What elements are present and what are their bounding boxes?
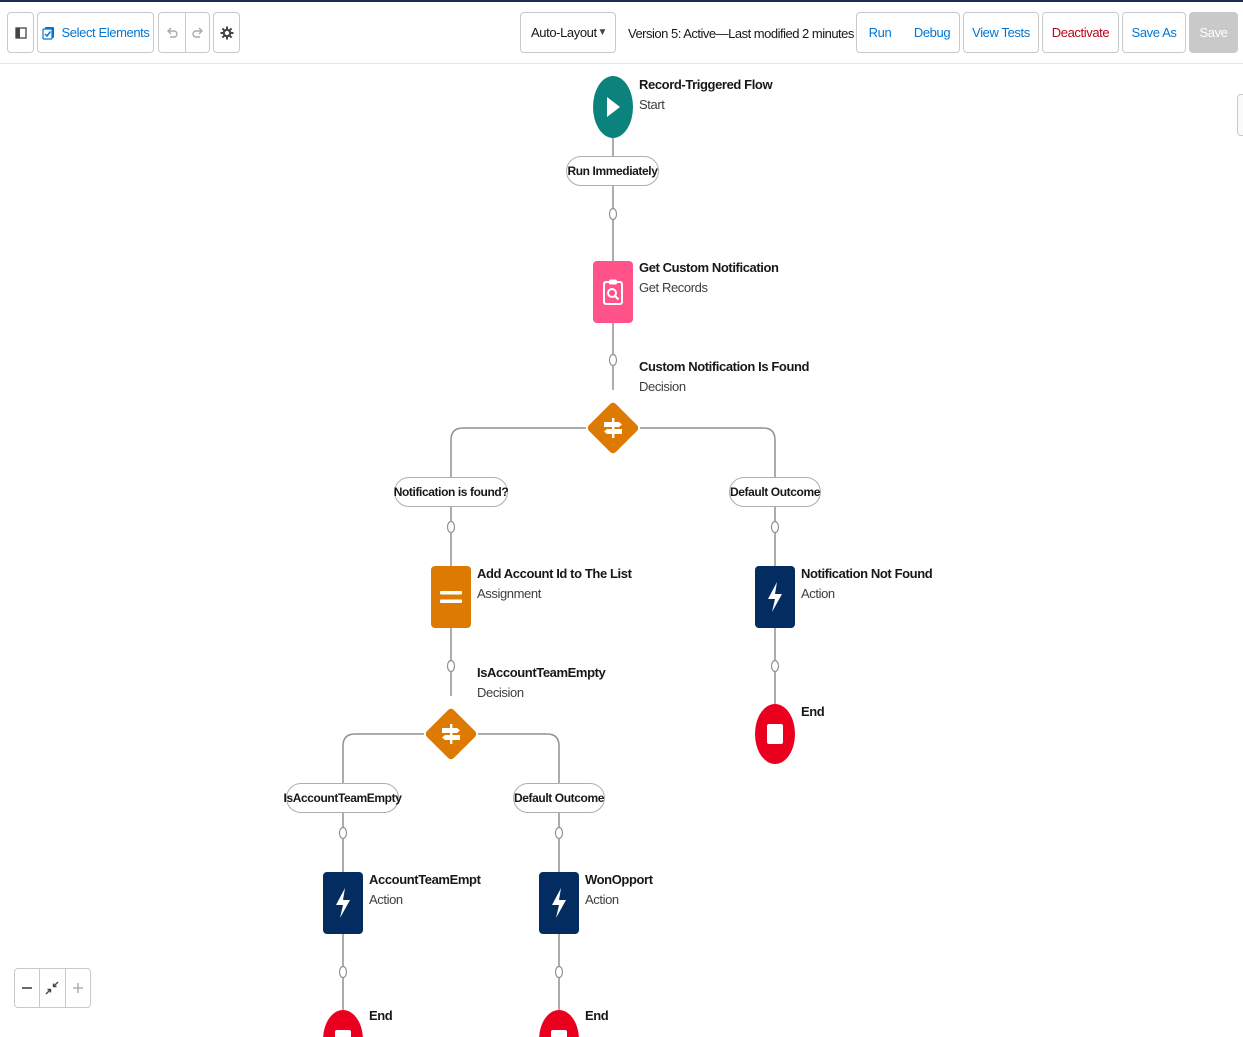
debug-button[interactable]: Debug	[903, 13, 961, 52]
stop-icon	[551, 1030, 567, 1037]
redo-icon	[192, 27, 203, 38]
decision1-subtitle: Decision	[639, 379, 686, 394]
run-label: Run	[868, 25, 892, 40]
select-elements-button[interactable]: Select Elements	[37, 12, 154, 53]
chevron-down-icon: ▼	[597, 27, 608, 38]
decision2-subtitle: Decision	[477, 685, 524, 700]
equals-icon	[440, 591, 462, 603]
get-records-node[interactable]	[593, 261, 633, 323]
end-left-label: End	[369, 1006, 393, 1026]
run-immediately-path[interactable]: Run Immediately	[566, 156, 659, 186]
outcome-account-team-empty[interactable]: IsAccountTeamEmpty	[284, 783, 402, 813]
start-node-label: Record-Triggered Flow Start	[639, 75, 773, 115]
assignment-node-label: Add Account Id to The List Assignment	[477, 564, 632, 604]
redo-button[interactable]	[185, 13, 211, 52]
action-not-found-subtitle: Action	[801, 586, 835, 601]
decision1-label: Custom Notification Is Found Decision	[639, 357, 809, 397]
zoom-in-button[interactable]	[64, 969, 90, 1007]
get-records-node-label: Get Custom Notification Get Records	[639, 258, 779, 298]
save-as-button[interactable]: Save As	[1122, 12, 1186, 53]
select-elements-label: Select Elements	[61, 25, 150, 40]
zoom-controls	[14, 968, 91, 1008]
view-tests-button[interactable]: View Tests	[963, 12, 1039, 53]
stop-icon	[335, 1030, 351, 1037]
action-not-found-title: Notification Not Found	[801, 566, 933, 581]
settings-button[interactable]	[213, 12, 240, 53]
undo-redo-group	[158, 12, 210, 53]
lightning-bolt-icon	[768, 582, 782, 612]
save-button[interactable]: Save	[1189, 12, 1238, 53]
end-node-right[interactable]	[755, 704, 795, 764]
view-tests-label: View Tests	[972, 25, 1030, 40]
clipboard-search-icon	[603, 279, 623, 305]
action-not-found-label: Notification Not Found Action	[801, 564, 933, 604]
fit-view-button[interactable]	[39, 969, 64, 1007]
decision2-label: IsAccountTeamEmpty Decision	[477, 663, 606, 703]
run-button[interactable]: Run	[857, 13, 903, 52]
select-elements-icon	[41, 26, 54, 40]
outcome-notification-found[interactable]: Notification is found?	[394, 477, 509, 507]
end-right-label: End	[801, 702, 825, 722]
action-node-account-team-empty[interactable]	[323, 872, 363, 934]
lightning-bolt-icon	[552, 888, 566, 918]
outcome-default-1[interactable]: Default Outcome	[729, 477, 821, 507]
assignment-title: Add Account Id to The List	[477, 566, 632, 581]
action-team-empty-title: AccountTeamEmpt	[369, 872, 481, 887]
assignment-subtitle: Assignment	[477, 586, 541, 601]
decision1-title: Custom Notification Is Found	[639, 359, 810, 374]
layout-dropdown[interactable]: Auto-Layout ▼	[520, 12, 616, 53]
zoom-out-button[interactable]	[15, 969, 39, 1007]
debug-label: Debug	[913, 25, 951, 40]
get-records-subtitle: Get Records	[639, 280, 708, 295]
toggle-panel-button[interactable]	[7, 12, 34, 53]
collapse-arrows-icon	[45, 981, 59, 995]
start-node-title: Record-Triggered Flow	[639, 77, 773, 92]
panel-toggle-icon	[14, 26, 27, 39]
stop-icon	[767, 724, 783, 744]
flow-builder-toolbar: Select Elements Auto-Layout ▼ Version 5:…	[0, 2, 1243, 64]
undo-button[interactable]	[159, 13, 185, 52]
lightning-bolt-icon	[336, 888, 350, 918]
start-node-subtitle: Start	[639, 97, 665, 112]
plus-icon	[72, 983, 83, 993]
undo-icon	[167, 27, 178, 38]
save-as-label: Save As	[1131, 25, 1177, 40]
start-node[interactable]	[593, 76, 633, 138]
layout-dropdown-value: Auto-Layout	[531, 25, 597, 40]
side-panel-handle[interactable]	[1237, 94, 1243, 136]
action-won-subtitle: Action	[585, 892, 619, 907]
deactivate-label: Deactivate	[1051, 25, 1110, 40]
deactivate-button[interactable]: Deactivate	[1042, 12, 1119, 53]
assignment-node[interactable]	[431, 566, 471, 628]
save-label: Save	[1199, 25, 1228, 40]
action-team-empty-subtitle: Action	[369, 892, 403, 907]
version-status: Version 5: Active—Last modified 2 minute…	[628, 26, 878, 41]
get-records-title: Get Custom Notification	[639, 260, 779, 275]
minus-icon	[22, 987, 33, 989]
action-won-title: WonOpport	[585, 872, 653, 887]
play-icon	[607, 97, 620, 117]
decision-signpost-icon	[601, 416, 625, 440]
run-debug-group: Run Debug	[856, 12, 960, 53]
end-middle-title: End	[585, 1008, 609, 1023]
action-node-won-opport[interactable]	[539, 872, 579, 934]
flow-canvas[interactable]: Record-Triggered Flow Start Run Immediat…	[0, 64, 1243, 1037]
action-node-notification-not-found[interactable]	[755, 566, 795, 628]
outcome-default-2[interactable]: Default Outcome	[513, 783, 605, 813]
decision2-title: IsAccountTeamEmpty	[477, 665, 606, 680]
action-won-label: WonOpport Action	[585, 870, 653, 910]
end-right-title: End	[801, 704, 825, 719]
decision-signpost-icon	[439, 722, 463, 746]
gear-icon	[220, 26, 233, 39]
end-left-title: End	[369, 1008, 393, 1023]
action-team-empty-label: AccountTeamEmpt Action	[369, 870, 481, 910]
end-middle-label: End	[585, 1006, 609, 1026]
